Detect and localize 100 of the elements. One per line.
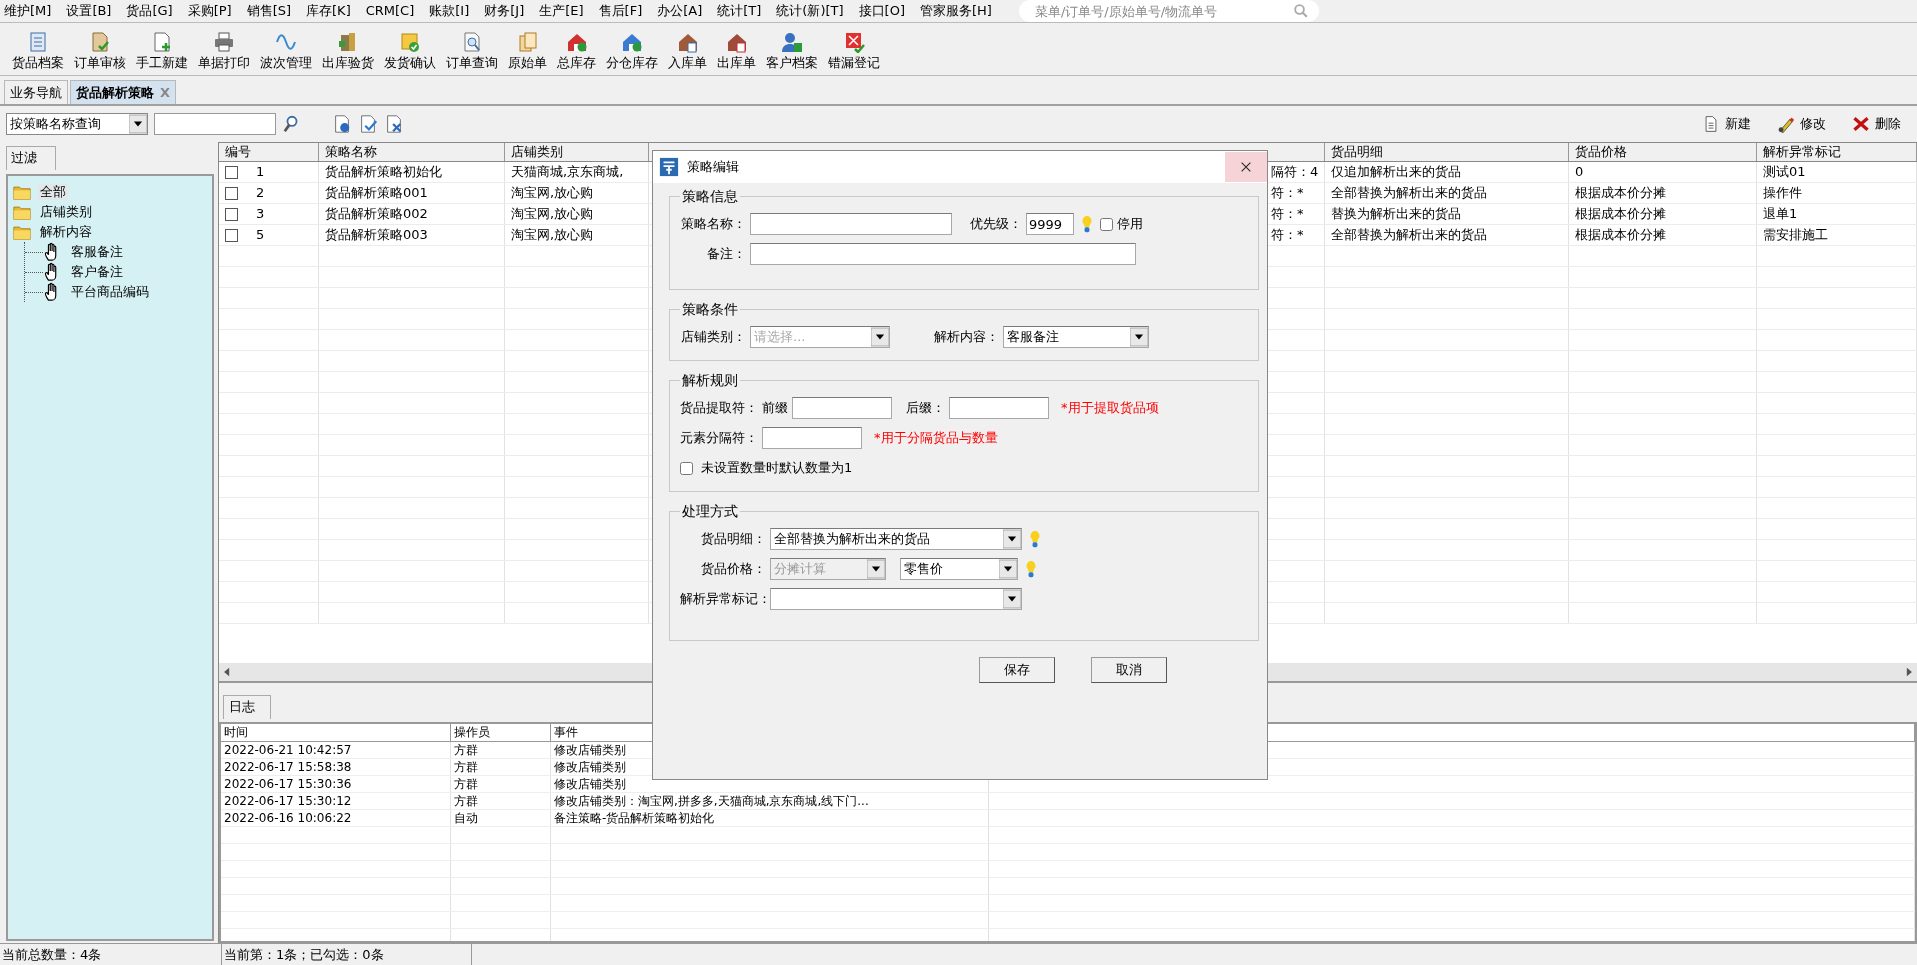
table-cell: 替换为解析出来的货品 [1331,206,1461,221]
toolbar-button[interactable]: 订单审核 [72,31,128,71]
column-header[interactable]: 策略名称 [319,143,505,161]
column-header[interactable]: 解析异常标记 [1757,143,1917,161]
action-button[interactable]: 新建 [1692,115,1761,133]
document-tab[interactable]: 业务导航 [4,80,68,104]
document-cross-icon [843,31,865,54]
caret-icon [1130,327,1148,347]
field-label: 前缀 [762,400,788,416]
group-title: 解析规则 [681,373,739,387]
table-cell: 天猫商城,京东商城, [511,164,624,179]
table-cell: 全部替换为解析出来的货品 [1331,185,1487,200]
table-cell: 修改店铺类别 [554,777,626,791]
menu-item[interactable]: 统计[T] [717,3,762,19]
toolbar-button[interactable]: 错漏登记 [826,31,882,71]
tree-item[interactable]: 客服备注 [69,244,125,260]
column-header[interactable]: 编号 [219,143,319,161]
table-cell: 需安排施工 [1763,227,1828,242]
field-label: 解析异常标记： [680,591,766,607]
table-cell: 方群 [454,743,478,757]
search-field[interactable] [154,113,276,135]
toolbar-button[interactable]: 订单查询 [444,31,500,71]
tab-label: 货品解析策略 [76,84,154,101]
document-cross-icon[interactable] [384,114,404,134]
field-label: 解析内容： [934,329,999,345]
menu-item[interactable]: 采购[P] [187,3,232,19]
menu-item[interactable]: 管家服务[H] [920,3,992,19]
document-tab[interactable]: 货品解析策略 X [70,80,177,104]
panel-tab[interactable]: 日志 [223,695,271,719]
menu-item[interactable]: 库存[K] [306,3,351,19]
table-cell: 修改店铺类别 [554,760,626,774]
menu-item[interactable]: 接口[O] [858,3,905,19]
row-checkbox[interactable] [225,166,238,179]
menu-item[interactable]: CRM[C] [365,3,415,19]
toolbar-button[interactable]: 入库单 [666,31,709,71]
input-field[interactable] [762,427,862,449]
table-cell: 修改店铺类别 [554,743,626,757]
row-checkbox[interactable] [225,229,238,242]
caret-icon [1003,529,1021,549]
dropdown[interactable] [770,588,1022,610]
tree-item[interactable]: 平台商品编码 [69,284,151,300]
toolbar-button[interactable]: 出库单 [715,31,758,71]
dialog-button[interactable]: 保存 [979,657,1055,683]
action-button[interactable]: 删除 [1842,115,1911,133]
menu-item[interactable]: 生产[E] [539,3,584,19]
toolbar-button[interactable]: 单据打印 [196,31,252,71]
toolbar-button[interactable]: 分仓库存 [604,31,660,71]
dropdown[interactable]: 全部替换为解析出来的货品 [770,528,1022,550]
search-field[interactable]: 菜单/订单号/原始单号/物流单号 [1018,0,1319,22]
toolbar-button[interactable]: 原始单 [506,31,549,71]
input-field[interactable]: 9999 [1026,213,1074,235]
menu-item[interactable]: 办公[A] [657,3,703,19]
dropdown[interactable]: 客服备注 [1003,326,1149,348]
tree-item[interactable]: 店铺类别 [38,204,94,220]
table-cell: 测试01 [1763,164,1806,179]
column-header[interactable]: 店铺类别 [505,143,649,161]
input-field[interactable] [792,397,892,419]
dropdown[interactable]: 零售价 [900,558,1018,580]
menu-item[interactable]: 设置[B] [66,3,112,19]
checkbox[interactable] [680,461,693,475]
toolbar-button[interactable]: 货品档案 [10,31,66,71]
toolbar-button[interactable]: 客户档案 [764,31,820,71]
panel-tab[interactable]: 过滤 [6,146,56,170]
menu-item[interactable]: 货品[G] [126,3,173,19]
column-header[interactable]: 货品明细 [1325,143,1569,161]
row-checkbox[interactable] [225,208,238,221]
toolbar-button[interactable]: 手工新建 [134,31,190,71]
document-globe-icon[interactable] [332,114,352,134]
toolbar-button[interactable]: 发货确认 [382,31,438,71]
menu-item[interactable]: 销售[S] [246,3,292,19]
dialog-button[interactable]: 取消 [1091,657,1167,683]
table-cell: 符：* [1271,227,1304,242]
menu-item[interactable]: 统计(新)[T] [776,3,844,19]
field-label: 优先级： [970,216,1022,232]
action-button[interactable]: 修改 [1767,115,1836,133]
input-field[interactable] [750,213,952,235]
input-field[interactable] [750,243,1136,265]
menu-item[interactable]: 售后[F] [598,3,643,19]
query-type-dropdown[interactable]: 按策略名称查询 [6,113,148,135]
tree-item[interactable]: 解析内容 [38,224,94,240]
document-search-icon [461,31,483,54]
input-field[interactable] [949,397,1049,419]
group-title: 策略信息 [681,189,739,203]
menu-item[interactable]: 维护[M] [4,3,52,19]
column-header[interactable]: 货品价格 [1569,143,1757,161]
field-label: 货品提取符： [680,400,758,416]
tree-item[interactable]: 全部 [38,184,68,200]
checkbox[interactable] [1100,217,1113,231]
row-checkbox[interactable] [225,187,238,200]
table-cell: 淘宝网,放心购 [511,185,594,200]
toolbar-button[interactable]: 总库存 [555,31,598,71]
toolbar-button[interactable]: 出库验货 [320,31,376,71]
checkbox-label: 停用 [1117,216,1143,232]
document-check-icon[interactable] [358,114,378,134]
toolbar-button[interactable]: 波次管理 [258,31,314,71]
menu-item[interactable]: 财务[J] [484,3,525,19]
table-cell: 2022-06-21 10:42:57 [224,743,352,757]
field-label: 元素分隔符： [680,430,758,446]
menu-item[interactable]: 账款[I] [429,3,470,19]
tree-item[interactable]: 客户备注 [69,264,125,280]
